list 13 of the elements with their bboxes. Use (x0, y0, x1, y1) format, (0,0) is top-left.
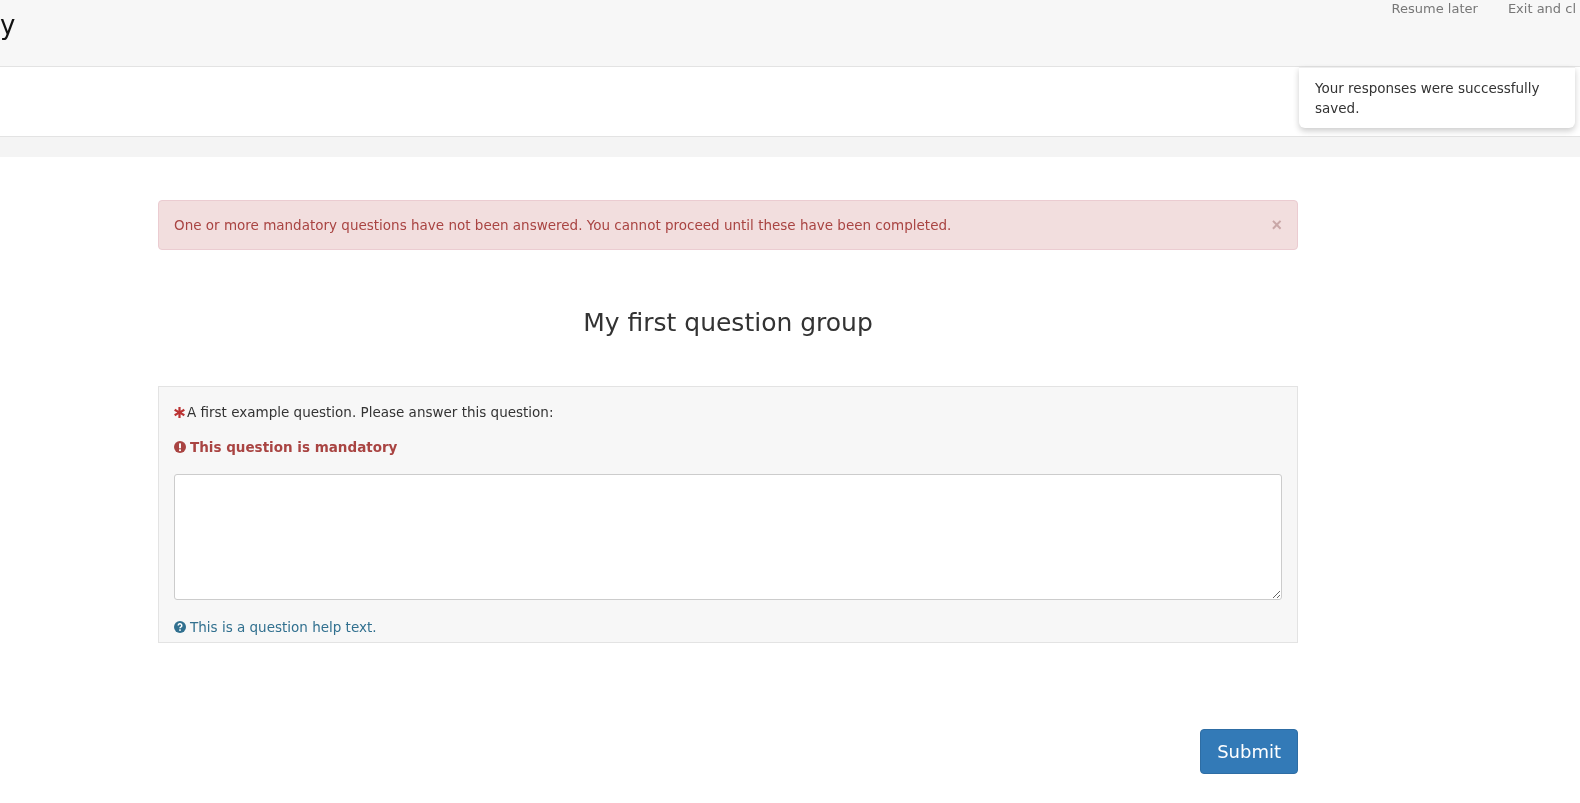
group-title: My first question group (582, 308, 874, 338)
submit-button[interactable]: Submit (1200, 729, 1298, 774)
question-circle-icon (174, 621, 186, 633)
toast-message: Your responses were successfully saved. (1315, 80, 1540, 116)
header-link[interactable]: Exit and cl (1507, 1, 1576, 17)
alert-message: One or more mandatory questions have not been answered. You cannot proceed until these have been completed. (174, 217, 952, 233)
help-text: This is a question help text. (190, 619, 377, 635)
exclamation-circle-icon (174, 441, 186, 453)
header-link[interactable]: Resume later (1391, 1, 1478, 17)
error-message: This question is mandatory (190, 439, 398, 455)
question-text: A first example question. Please answer this question: (187, 404, 554, 420)
answer-field[interactable] (174, 474, 1282, 600)
survey-title: y (0, 10, 16, 42)
